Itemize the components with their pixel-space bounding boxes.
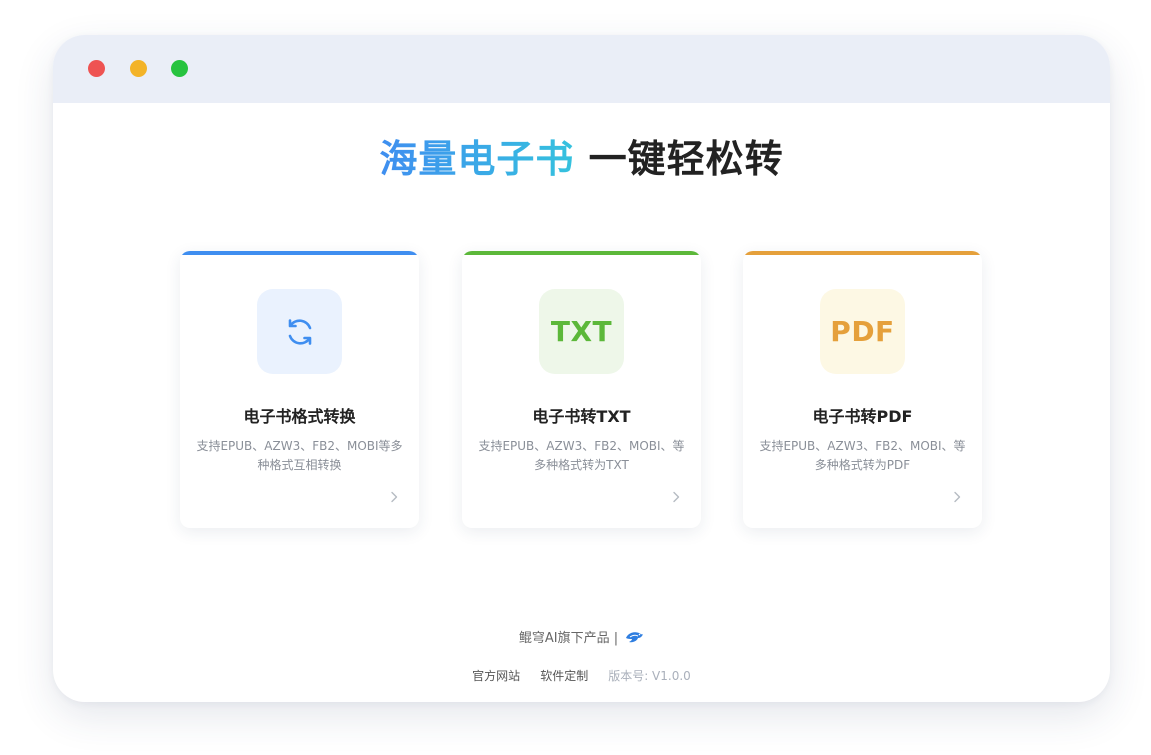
official-site-link[interactable]: 官方网站 xyxy=(472,667,520,684)
minimize-window-button[interactable] xyxy=(130,60,147,77)
chevron-right-icon[interactable] xyxy=(669,490,683,504)
card-format-convert[interactable]: 电子书格式转换 支持EPUB、AZW3、FB2、MOBI等多种格式互相转换 xyxy=(180,251,419,528)
kunqiong-logo-icon[interactable] xyxy=(624,629,644,645)
card-title: 电子书转PDF xyxy=(812,407,913,426)
pdf-icon: PDF xyxy=(830,315,895,348)
title-bar xyxy=(53,35,1110,103)
chevron-right-icon[interactable] xyxy=(950,490,964,504)
card-title: 电子书转TXT xyxy=(532,407,631,426)
card-accent-bar xyxy=(743,251,982,255)
brand-text: 鲲穹AI旗下产品 | xyxy=(518,631,619,646)
card-description: 支持EPUB、AZW3、FB2、MOBI等多种格式互相转换 xyxy=(196,439,403,472)
footer-brand: 鲲穹AI旗下产品 | xyxy=(53,627,1110,646)
custom-software-link[interactable]: 软件定制 xyxy=(540,667,588,684)
refresh-icon xyxy=(288,318,311,345)
app-window: 海量电子书 一键轻松转 电子书格式转换 支持EPUB、AZW3、FB2、MOBI… xyxy=(53,35,1110,702)
card-icon-box xyxy=(257,289,342,374)
card-accent-bar xyxy=(180,251,419,255)
chevron-right-icon[interactable] xyxy=(387,490,401,504)
card-title: 电子书格式转换 xyxy=(243,407,356,426)
page-headline: 海量电子书 一键轻松转 xyxy=(53,135,1110,183)
card-icon-box: PDF xyxy=(820,289,905,374)
close-window-button[interactable] xyxy=(88,60,105,77)
headline-highlight: 海量电子书 xyxy=(379,137,575,181)
card-description: 支持EPUB、AZW3、FB2、MOBI、等多种格式转为PDF xyxy=(759,439,966,472)
headline-rest: 一键轻松转 xyxy=(588,137,784,181)
card-to-txt[interactable]: TXT 电子书转TXT 支持EPUB、AZW3、FB2、MOBI、等多种格式转为… xyxy=(462,251,701,528)
card-description: 支持EPUB、AZW3、FB2、MOBI、等多种格式转为TXT xyxy=(478,439,685,472)
version-label: 版本号: V1.0.0 xyxy=(608,669,691,683)
card-to-pdf[interactable]: PDF 电子书转PDF 支持EPUB、AZW3、FB2、MOBI、等多种格式转为… xyxy=(743,251,982,528)
maximize-window-button[interactable] xyxy=(171,60,188,77)
txt-icon: TXT xyxy=(550,315,613,348)
footer-links: 官方网站 软件定制 版本号: V1.0.0 xyxy=(53,667,1110,684)
card-accent-bar xyxy=(462,251,701,255)
card-icon-box: TXT xyxy=(539,289,624,374)
